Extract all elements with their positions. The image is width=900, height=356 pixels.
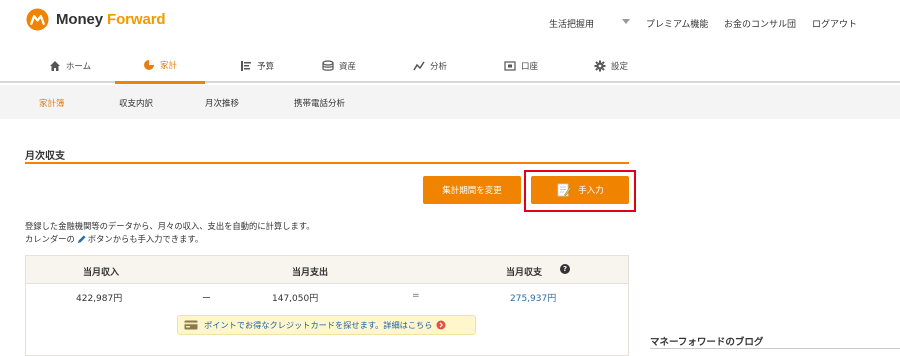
consul-link[interactable]: お金のコンサル団 bbox=[724, 17, 796, 30]
subnav-item-monthly-trend[interactable]: 月次推移 bbox=[205, 97, 239, 109]
credit-card-promo-banner[interactable]: ポイントでお得なクレジットカードを探せます。詳細はこちら bbox=[177, 315, 476, 335]
logo-text-money: Money bbox=[56, 11, 104, 28]
pencil-icon bbox=[77, 234, 86, 243]
subnav-item-breakdown[interactable]: 収支内訳 bbox=[119, 97, 153, 109]
nav-item-label: 資産 bbox=[338, 61, 356, 72]
credit-card-icon bbox=[184, 320, 198, 330]
nav-item-label: 設定 bbox=[610, 61, 628, 72]
expense-value: 147,050円 bbox=[272, 294, 319, 304]
nav-item-label: ホーム bbox=[65, 61, 92, 72]
help-icon[interactable]: ? bbox=[560, 264, 570, 274]
assets-icon bbox=[322, 59, 334, 71]
change-period-label: 集計期間を変更 bbox=[442, 186, 502, 196]
blog-divider bbox=[650, 348, 900, 349]
income-value: 422,987円 bbox=[76, 294, 123, 304]
logout-link[interactable]: ログアウト bbox=[812, 17, 857, 30]
analysis-icon bbox=[413, 61, 425, 70]
minus-sign: ー bbox=[202, 294, 212, 304]
change-period-button[interactable]: 集計期間を変更 bbox=[423, 176, 521, 204]
nav-item-budget[interactable]: 予算 bbox=[212, 48, 302, 83]
purpose-select[interactable]: 生活把握用 bbox=[549, 17, 594, 30]
account-icon bbox=[504, 60, 516, 71]
nav-item-account[interactable]: 口座 bbox=[476, 48, 566, 83]
circle-arrow-right-icon bbox=[436, 320, 446, 330]
highlight-box bbox=[524, 170, 636, 212]
logo[interactable]: Money Forward bbox=[26, 8, 166, 31]
description-line-2-end: ボタンからも手入力できます。 bbox=[87, 234, 204, 244]
main-nav: ホーム 家計 予算 資産 分析 口座 設定 bbox=[0, 48, 900, 84]
income-header: 当月収入 bbox=[83, 268, 120, 278]
premium-link[interactable]: プレミアム機能 bbox=[646, 17, 708, 30]
subnav-item-mobile-analysis[interactable]: 携帯電話分析 bbox=[294, 97, 345, 109]
chevron-down-icon[interactable] bbox=[622, 19, 630, 24]
nav-item-label: 家計 bbox=[159, 61, 177, 71]
description-line-2: カレンダーの ボタンからも手入力できます。 bbox=[25, 233, 203, 245]
expense-header: 当月支出 bbox=[292, 268, 329, 278]
gear-icon bbox=[594, 60, 606, 71]
balance-value[interactable]: 275,937円 bbox=[510, 291, 556, 304]
nav-item-label: 分析 bbox=[429, 61, 447, 72]
logo-text-forward: Forward bbox=[107, 11, 166, 28]
budget-icon bbox=[240, 60, 251, 71]
subnav-item-household-book[interactable]: 家計簿 bbox=[39, 97, 65, 109]
equal-sign: = bbox=[412, 291, 420, 301]
summary-table-header: 当月収入 当月支出 当月収支 ? bbox=[26, 256, 628, 284]
blog-section-title: マネーフォワードのブログ bbox=[650, 337, 764, 348]
nav-item-home[interactable]: ホーム bbox=[25, 48, 115, 83]
monthly-summary-table: 当月収入 当月支出 当月収支 ? 422,987円 ー 147,050円 = 2… bbox=[25, 255, 629, 356]
money-forward-logo-icon bbox=[26, 8, 49, 31]
pie-chart-icon bbox=[143, 60, 154, 70]
section-divider bbox=[25, 162, 629, 164]
sub-nav: 家計簿 収支内訳 月次推移 携帯電話分析 bbox=[0, 85, 900, 119]
nav-item-analysis[interactable]: 分析 bbox=[385, 48, 475, 83]
header: Money Forward 生活把握用 プレミアム機能 お金のコンサル団 ログアウ… bbox=[0, 0, 900, 44]
section-title: 月次収支 bbox=[25, 151, 65, 162]
logo-text: Money Forward bbox=[56, 11, 166, 28]
description-line-2-start: カレンダーの bbox=[25, 234, 75, 244]
nav-item-assets[interactable]: 資産 bbox=[294, 48, 384, 83]
description-line-1: 登録した金融機関等のデータから、月々の収入、支出を自動的に計算します。 bbox=[25, 221, 315, 231]
nav-item-label: 口座 bbox=[520, 61, 538, 72]
promo-text[interactable]: ポイントでお得なクレジットカードを探せます。詳細はこちら bbox=[204, 319, 432, 331]
home-icon bbox=[49, 60, 60, 71]
nav-item-household[interactable]: 家計 bbox=[115, 48, 205, 84]
nav-item-settings[interactable]: 設定 bbox=[566, 48, 656, 83]
balance-header: 当月収支 bbox=[506, 268, 543, 278]
nav-item-label: 予算 bbox=[256, 61, 274, 72]
